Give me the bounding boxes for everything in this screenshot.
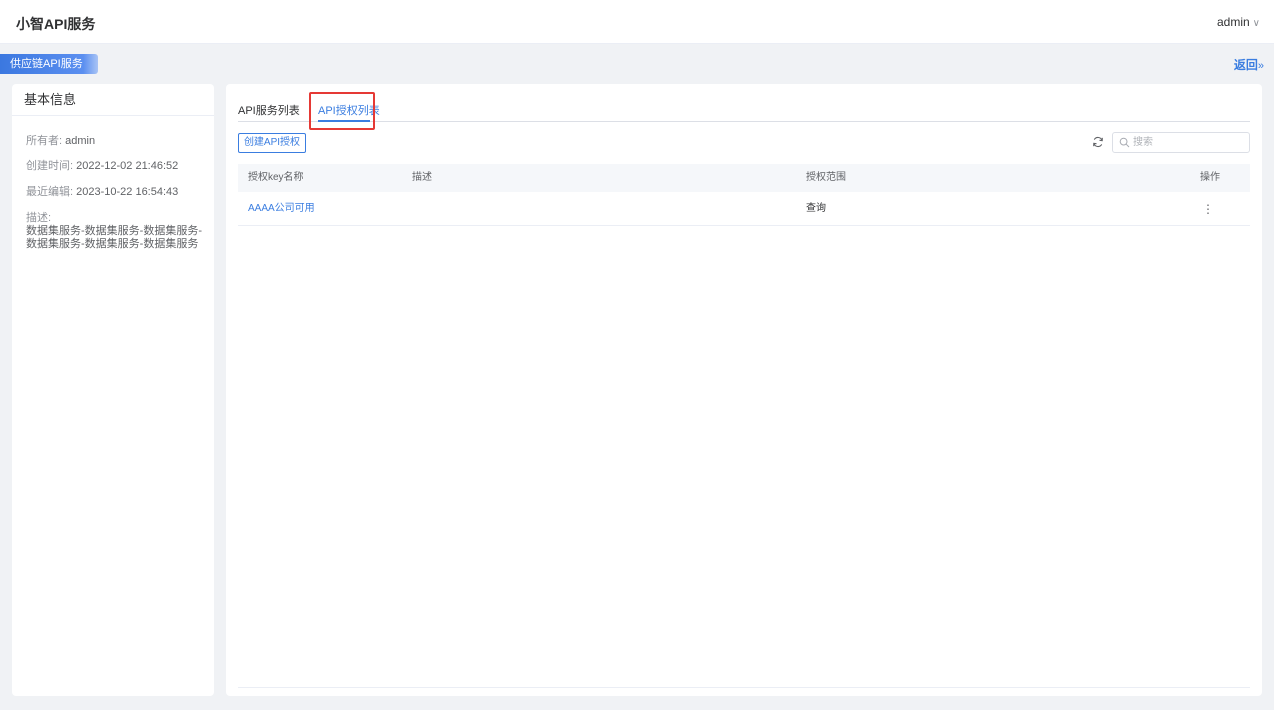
refresh-icon[interactable] (1092, 136, 1104, 148)
divider (238, 687, 1250, 688)
info-panel: 基本信息 所有者: admin 创建时间: 2022-12-02 21:46:5… (12, 84, 214, 696)
back-link[interactable]: 返回» (1234, 56, 1264, 73)
tab-api-services[interactable]: API服务列表 (238, 102, 300, 118)
description-line-2: 数据集服务-数据集服务-数据集服务 (26, 238, 199, 250)
back-label: 返回 (1233, 58, 1258, 72)
auth-table: 授权key名称 描述 授权范围 操作 AAAA公司可用 查询 ⋮ (238, 164, 1250, 226)
owner-label: 所有者: (26, 135, 63, 147)
top-bar: 小智API服务 admin ∨ (0, 0, 1274, 44)
user-menu[interactable]: admin ∨ (1217, 15, 1260, 29)
header-key-name: 授权key名称 (248, 172, 304, 183)
created-value: 2022-12-02 21:46:52 (76, 160, 179, 172)
edited-row: 最近编辑: 2023-10-22 16:54:43 (12, 183, 178, 199)
table-row: AAAA公司可用 查询 ⋮ (238, 192, 1250, 226)
tab-bar: API服务列表 API授权列表 (238, 98, 1250, 122)
tab-api-authorizations[interactable]: API授权列表 (318, 102, 380, 118)
create-api-auth-button[interactable]: 创建API授权 (238, 133, 306, 153)
owner-value: admin (65, 135, 96, 147)
description-label: 描述: (26, 212, 52, 224)
more-vertical-icon[interactable]: ⋮ (1202, 192, 1214, 226)
active-tab-indicator (318, 120, 370, 122)
search-icon (1119, 137, 1130, 148)
row-scope: 查询 (806, 203, 826, 214)
info-panel-title: 基本信息 (12, 84, 214, 116)
search-field[interactable] (1112, 132, 1250, 153)
table-header: 授权key名称 描述 授权范围 操作 (238, 164, 1250, 192)
app-title: 小智API服务 (16, 16, 96, 32)
header-actions: 操作 (1200, 172, 1220, 183)
sub-header: 供应链API服务 返回» (0, 44, 1274, 84)
owner-row: 所有者: admin (12, 132, 95, 148)
search-input[interactable] (1133, 134, 1245, 151)
header-description: 描述 (412, 172, 432, 183)
main-panel: API服务列表 API授权列表 创建API授权 授权key名称 描述 授权范围 … (226, 84, 1262, 696)
edited-label: 最近编辑: (26, 186, 74, 198)
edited-value: 2023-10-22 16:54:43 (76, 186, 179, 198)
created-row: 创建时间: 2022-12-02 21:46:52 (12, 157, 178, 173)
double-chevron-right-icon: » (1257, 60, 1264, 72)
header-scope: 授权范围 (806, 172, 846, 183)
description-line-1: 数据集服务-数据集服务-数据集服务- (26, 225, 202, 237)
description-row: 描述: 数据集服务-数据集服务-数据集服务- 数据集服务-数据集服务-数据集服务 (12, 209, 212, 251)
key-name-link[interactable]: AAAA公司可用 (248, 192, 315, 226)
user-name: admin (1216, 15, 1250, 29)
created-label: 创建时间: (26, 160, 74, 172)
service-tag: 供应链API服务 (0, 54, 98, 74)
chevron-down-icon: ∨ (1252, 18, 1260, 29)
